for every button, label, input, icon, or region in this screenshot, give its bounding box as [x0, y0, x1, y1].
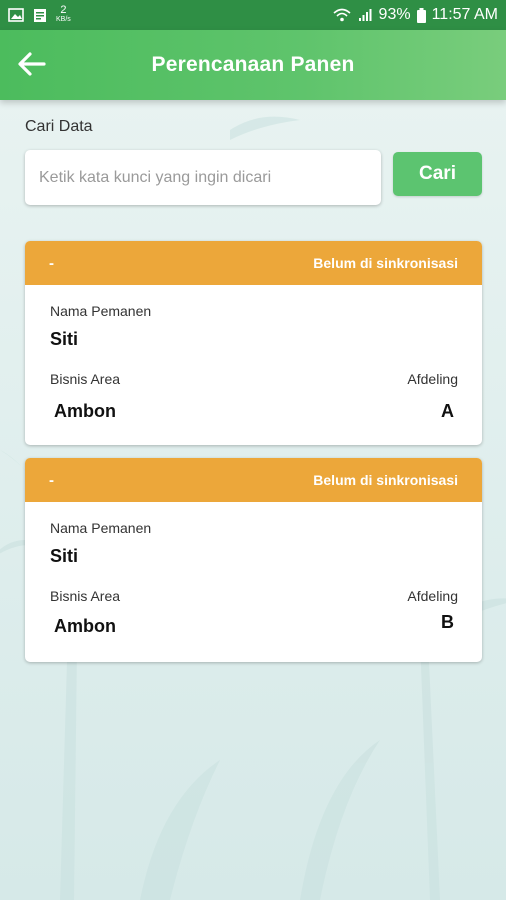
business-area-label: Bisnis Area	[50, 588, 121, 604]
business-area-value: Ambon	[54, 401, 116, 421]
page-title: Perencanaan Panen	[151, 53, 355, 76]
afdeling-value: A	[441, 401, 454, 421]
wifi-icon	[333, 8, 351, 22]
card-id: -	[49, 254, 54, 272]
sync-status-badge: Belum di sinkronisasi	[313, 472, 458, 488]
app-bar: Perencanaan Panen	[0, 30, 506, 100]
arrow-left-icon[interactable]	[16, 48, 48, 80]
status-right: 93% 11:57 AM	[333, 6, 498, 24]
afdeling-label: Afdeling	[407, 588, 458, 604]
image-icon	[8, 8, 24, 22]
search-label: Cari Data	[25, 118, 93, 135]
harvest-plan-card[interactable]: - Belum di sinkronisasi Nama Pemanen Sit…	[25, 241, 482, 445]
search-input[interactable]	[25, 150, 381, 205]
clipboard-icon	[34, 9, 46, 22]
card-body: Nama Pemanen Siti Bisnis Area Ambon Afde…	[25, 285, 482, 445]
harvester-label: Nama Pemanen	[50, 520, 152, 536]
network-speed-value: 2	[60, 4, 67, 16]
afdeling-label: Afdeling	[407, 371, 458, 387]
battery-icon	[416, 7, 426, 23]
card-header: - Belum di sinkronisasi	[25, 458, 482, 502]
network-speed-unit: KB/s	[56, 16, 71, 23]
harvester-value: Siti	[50, 329, 79, 349]
network-speed: 2 KB/s	[56, 4, 71, 24]
afdeling-value: B	[441, 612, 454, 632]
status-bar: 2 KB/s 93% 11:57 AM	[0, 0, 506, 30]
business-area-label: Bisnis Area	[50, 371, 121, 387]
card-id: -	[49, 471, 54, 489]
card-body: Nama Pemanen Siti Bisnis Area Ambon Afde…	[25, 502, 482, 662]
harvester-label: Nama Pemanen	[50, 303, 152, 319]
sync-status-badge: Belum di sinkronisasi	[313, 255, 458, 271]
business-area-value: Ambon	[54, 616, 116, 636]
battery-percent: 93%	[378, 6, 411, 23]
signal-icon	[358, 9, 372, 21]
clock: 11:57 AM	[431, 6, 498, 23]
harvest-plan-card[interactable]: - Belum di sinkronisasi Nama Pemanen Sit…	[25, 458, 482, 662]
status-left: 2 KB/s	[8, 4, 71, 24]
search-button[interactable]: Cari	[393, 152, 482, 196]
harvester-value: Siti	[50, 546, 79, 566]
card-header: - Belum di sinkronisasi	[25, 241, 482, 285]
